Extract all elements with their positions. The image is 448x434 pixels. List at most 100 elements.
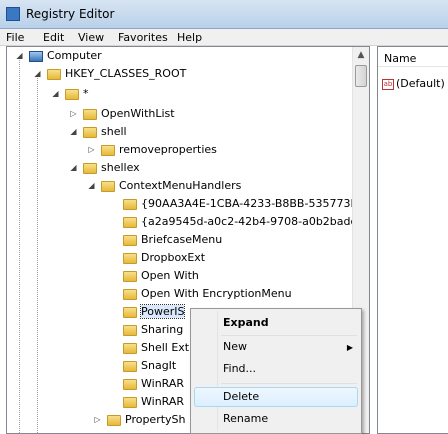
tree-item-label: removeproperties [119, 143, 217, 156]
menu-separator [221, 383, 357, 384]
folder-icon [123, 396, 137, 408]
tree-item-computer[interactable]: ◢ Computer [15, 47, 102, 65]
tree-item-propertysheethandlers[interactable]: ▷ PropertySh [93, 411, 186, 429]
expand-icon[interactable]: ▷ [87, 141, 96, 159]
menu-item-find[interactable]: Find... [223, 359, 256, 379]
tree-item-label: shellex [101, 161, 140, 174]
value-row-default[interactable]: ab (Default) [382, 77, 445, 90]
folder-icon [123, 216, 137, 228]
tree-item-label: WinRAR [141, 395, 185, 408]
window-title: Registry Editor [26, 7, 115, 21]
submenu-arrow-icon: ▶ [346, 343, 353, 352]
tree-item-label: {a2a9545d-a0c2-42b4-9708-a0b2badd77 [141, 215, 370, 228]
tree-item-label: ContextMenuHandlers [119, 179, 242, 192]
menu-highlight [194, 387, 358, 407]
folder-icon [65, 88, 79, 100]
folder-icon [123, 324, 137, 336]
value-name: (Default) [396, 77, 445, 90]
tree-item-label: Shell Ext [141, 341, 190, 354]
registry-editor-icon [6, 7, 20, 21]
tree-item-handler[interactable]: {a2a9545d-a0c2-42b4-9708-a0b2badd77 [123, 213, 370, 231]
menu-edit[interactable]: Edit [43, 31, 64, 44]
folder-icon [83, 108, 97, 120]
tree-item-label: Open With [141, 269, 199, 282]
menu-file[interactable]: File [6, 31, 24, 44]
tree-item-removeproperties[interactable]: ▷ removeproperties [87, 141, 217, 159]
scroll-thumb[interactable] [355, 65, 367, 87]
tree-item-label: BriefcaseMenu [141, 233, 223, 246]
tree-item-handler[interactable]: SnagIt [123, 357, 176, 375]
folder-icon [123, 342, 137, 354]
tree-item-label: * [83, 87, 89, 100]
folder-icon [123, 306, 137, 318]
collapse-icon[interactable]: ◢ [69, 123, 78, 141]
collapse-icon[interactable]: ◢ [69, 159, 78, 177]
folder-icon [123, 234, 137, 246]
folder-icon [123, 288, 137, 300]
collapse-icon[interactable]: ◢ [51, 85, 60, 103]
menu-item-new[interactable]: New [223, 337, 353, 357]
tree-item-label: Computer [47, 49, 102, 62]
folder-icon [123, 270, 137, 282]
tree-item-label: Sharing [141, 323, 184, 336]
tree-item-handler[interactable]: Shell Ext [123, 339, 189, 357]
tree-guide [37, 75, 38, 433]
folder-icon [123, 252, 137, 264]
menu-favorites[interactable]: Favorites [118, 31, 168, 44]
tree-item-label: DropboxExt [141, 251, 206, 264]
tree-item-handler[interactable]: Open With EncryptionMenu [123, 285, 292, 303]
menu-view[interactable]: View [78, 31, 104, 44]
tree-item-handler[interactable]: {90AA3A4E-1CBA-4233-B8BB-535773D4 [123, 195, 366, 213]
tree-item-openwithlist[interactable]: ▷ OpenWithList [69, 105, 175, 123]
folder-icon [123, 198, 137, 210]
tree-item-handler-selected[interactable]: PowerIS [123, 303, 186, 321]
menu-item-delete[interactable]: Delete [223, 387, 259, 407]
name-column-header[interactable]: Name [378, 47, 448, 67]
expand-icon[interactable]: ▷ [69, 105, 78, 123]
tree-item-handler[interactable]: Sharing [123, 321, 183, 339]
folder-icon [101, 180, 115, 192]
tree-item-contextmenuhandlers[interactable]: ◢ ContextMenuHandlers [87, 177, 241, 195]
tree-item-handler[interactable]: DropboxExt [123, 249, 205, 267]
tree-item-label: PowerIS [139, 304, 186, 319]
context-menu: Expand New ▶ Find... Delete Rename [190, 308, 362, 434]
folder-icon [101, 144, 115, 156]
tree-item-label: SnagIt [141, 359, 177, 372]
tree-item-label: HKEY_CLASSES_ROOT [65, 67, 187, 80]
folder-icon [107, 414, 121, 426]
menu-item-rename[interactable]: Rename [223, 409, 268, 429]
expand-icon[interactable]: ▷ [93, 411, 102, 429]
menu-help[interactable]: Help [177, 31, 202, 44]
menu-item-expand[interactable]: Expand [223, 313, 269, 333]
title-bar: Registry Editor [0, 0, 448, 29]
tree-item-star[interactable]: ◢ * [51, 85, 89, 103]
menu-separator [221, 335, 357, 336]
computer-icon [29, 50, 43, 62]
tree-item-label: Open With EncryptionMenu [141, 287, 292, 300]
tree-item-handler[interactable]: WinRAR [123, 375, 184, 393]
folder-icon [123, 360, 137, 372]
tree-item-label: OpenWithList [101, 107, 175, 120]
tree-item-label: PropertySh [125, 413, 186, 426]
folder-icon [123, 378, 137, 390]
scroll-up-icon[interactable]: ▲ [353, 47, 369, 64]
collapse-icon[interactable]: ◢ [15, 47, 24, 65]
folder-icon [83, 126, 97, 138]
menu-gutter [217, 311, 218, 431]
menu-bar: File Edit View Favorites Help [0, 29, 448, 46]
tree-item-handler[interactable]: Open With [123, 267, 199, 285]
tree-item-label: {90AA3A4E-1CBA-4233-B8BB-535773D4 [141, 197, 366, 210]
collapse-icon[interactable]: ◢ [33, 65, 42, 83]
string-value-icon: ab [382, 78, 394, 90]
folder-icon [83, 162, 97, 174]
menu-item-label: New [223, 340, 247, 353]
tree-item-shell[interactable]: ◢ shell [69, 123, 127, 141]
tree-item-hkey-classes-root[interactable]: ◢ HKEY_CLASSES_ROOT [33, 65, 186, 83]
tree-item-handler[interactable]: BriefcaseMenu [123, 231, 222, 249]
tree-item-handler[interactable]: WinRAR [123, 393, 184, 411]
tree-guide [19, 57, 20, 433]
tree-item-shellex[interactable]: ◢ shellex [69, 159, 140, 177]
tree-item-label: shell [101, 125, 127, 138]
collapse-icon[interactable]: ◢ [87, 177, 96, 195]
values-pane[interactable]: Name ab (Default) [377, 46, 448, 434]
